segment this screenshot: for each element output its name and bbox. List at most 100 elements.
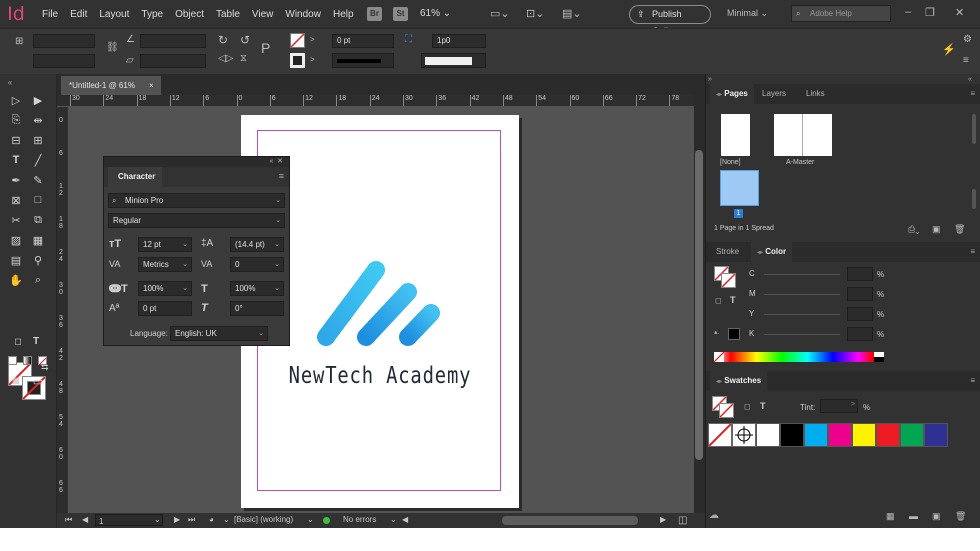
horizontal-ruler[interactable]: 30 24 18 12 6 0 6 12 18 24 30 36 42 48 54 60 66 72 78 (57, 95, 694, 107)
swatch-red[interactable] (876, 423, 900, 447)
selection-tool-icon[interactable]: ▷ (8, 94, 24, 107)
collapse-dock-icon[interactable]: « (968, 76, 972, 83)
collapse-panel-icon[interactable]: « (269, 158, 273, 165)
character-panel-tab[interactable]: Character (108, 167, 162, 187)
horizontal-scroll-thumb[interactable] (502, 516, 638, 525)
bridge-icon[interactable]: Br (367, 7, 382, 21)
apply-gradient-icon[interactable] (23, 356, 32, 365)
edit-page-size-icon[interactable]: ⎙⌄ (908, 224, 919, 235)
page-1-thumbnail[interactable] (720, 170, 759, 206)
settings-gear-icon[interactable]: ⚙ (963, 34, 972, 45)
chevron-right-icon[interactable]: > (310, 35, 315, 44)
tab-color[interactable]: ◂▸ Color (751, 242, 793, 262)
menu-help[interactable]: Help (327, 9, 360, 20)
tint-input[interactable]: > (820, 399, 858, 413)
font-style-select[interactable]: Regular ⌄ (108, 213, 285, 228)
stroke-type-select[interactable] (332, 53, 394, 68)
vertical-scale-field[interactable]: 100% ⌄ (138, 281, 192, 296)
gap-tool-icon[interactable]: ⇹ (30, 114, 46, 127)
stroke-none-swatch[interactable] (719, 403, 734, 418)
swatch-registration[interactable] (732, 423, 756, 447)
cloud-library-icon[interactable]: ☁ (709, 510, 719, 521)
color-spectrum-ramp[interactable] (713, 351, 884, 363)
next-page-icon[interactable]: ▶ (174, 515, 180, 524)
pages-scrollbar[interactable] (972, 114, 976, 144)
font-size-field[interactable]: 12 pt ⌄ (138, 237, 192, 252)
hand-tool-icon[interactable]: ✋ (8, 274, 24, 287)
tab-stroke[interactable]: Stroke (710, 242, 745, 262)
scroll-left-icon[interactable]: ◀ (402, 515, 408, 524)
menu-object[interactable]: Object (169, 9, 210, 20)
stroke-weight-field[interactable]: 0 pt (332, 34, 394, 48)
auto-fit-icon[interactable]: ⛶ (405, 34, 412, 45)
line-tool-icon[interactable]: ╱ (30, 154, 46, 167)
scissors-tool-icon[interactable]: ✂ (8, 214, 24, 227)
chevron-down-icon[interactable]: ⌄ (307, 515, 314, 524)
pencil-tool-icon[interactable]: ✎ (30, 174, 46, 187)
help-search-input[interactable]: ⌕ Adobe Help (791, 5, 891, 22)
page-tool-icon[interactable]: ⎘ (8, 114, 24, 127)
channel-y-input[interactable] (847, 307, 873, 321)
channel-k-input[interactable] (847, 327, 873, 341)
delete-swatch-icon[interactable]: 🗑 (955, 511, 966, 522)
tab-pages[interactable]: ◂▸ Pages (710, 84, 754, 104)
swatch-black[interactable] (780, 423, 804, 447)
gap-field[interactable]: 1p0 (432, 34, 486, 48)
tracking-field[interactable]: 0 ⌄ (230, 257, 284, 272)
chevron-down-icon[interactable]: ⌄ (390, 515, 397, 524)
stroke-swatch[interactable] (290, 53, 305, 68)
collapse-icon[interactable]: ◂▸ (716, 379, 722, 385)
color-fill-stroke-control[interactable] (714, 266, 736, 288)
collapse-toolbar-icon[interactable]: « (2, 78, 18, 87)
eyedropper-tool-icon[interactable]: ⚲ (30, 254, 46, 267)
gradient-swatch-tool-icon[interactable]: ▨ (8, 234, 24, 247)
channel-y-slider[interactable] (764, 314, 840, 315)
flip-vertical-icon[interactable]: ⧖ (240, 53, 247, 64)
swatch-yellow[interactable] (852, 423, 876, 447)
chevron-down-icon[interactable]: ⌄ (223, 515, 230, 524)
kerning-field[interactable]: Metrics ⌄ (138, 257, 192, 272)
logo-wordmark[interactable]: NewTech Academy (284, 363, 476, 389)
panel-menu-icon[interactable]: ≡ (970, 247, 975, 256)
note-tool-icon[interactable]: ▤ (8, 254, 24, 267)
swatch-blue[interactable] (924, 423, 948, 447)
rectangle-frame-tool-icon[interactable]: ⊠ (8, 194, 24, 207)
direct-selection-tool-icon[interactable]: ▶ (30, 94, 46, 107)
rectangle-tool-icon[interactable]: □ (30, 194, 46, 206)
zoom-tool-icon[interactable]: ⌕ (30, 274, 46, 287)
publish-online-button[interactable]: ⇪ Publish Online (629, 5, 711, 36)
delete-page-icon[interactable]: 🗑 (954, 224, 965, 235)
last-page-icon[interactable]: ⏭ (188, 515, 195, 525)
first-page-icon[interactable]: ⏮ (65, 515, 72, 525)
formatting-text-icon[interactable]: T (760, 401, 766, 411)
page-number-field[interactable]: 1 (95, 514, 163, 526)
arrange-documents-icon[interactable]: ▤⌄ (562, 7, 582, 20)
apply-none-icon[interactable] (38, 356, 47, 366)
collapse-icon[interactable]: ◂▸ (716, 92, 722, 98)
scroll-right-icon[interactable]: ▶ (660, 515, 666, 524)
rotation-field[interactable] (140, 34, 206, 48)
channel-k-slider[interactable] (764, 334, 840, 335)
split-layout-icon[interactable]: ◫ (678, 515, 687, 526)
scroll-thumb[interactable] (695, 150, 703, 460)
y-field[interactable] (33, 54, 95, 68)
menu-file[interactable]: File (36, 9, 64, 20)
workspace-switcher[interactable]: Minimal ⌄ (727, 8, 768, 19)
minimize-icon[interactable]: – (905, 6, 911, 18)
menu-view[interactable]: View (246, 9, 280, 20)
constrain-proportions-icon[interactable]: ⛓ (106, 42, 119, 53)
tab-links[interactable]: Links (800, 84, 831, 104)
panel-menu-icon[interactable]: ≡ (970, 89, 975, 98)
last-color-swatch[interactable] (728, 328, 740, 340)
language-select[interactable]: English: UK ⌄ (170, 326, 268, 341)
swatch-none[interactable] (708, 423, 732, 447)
content-collector-icon[interactable]: ⊟ (8, 134, 24, 147)
horizontal-scale-field[interactable]: 100% ⌄ (230, 281, 284, 296)
x-field[interactable] (33, 34, 95, 48)
channel-c-input[interactable] (847, 267, 873, 281)
rotate-ccw-icon[interactable]: ↺ (240, 33, 250, 47)
stroke-none-swatch[interactable] (721, 273, 736, 288)
chevron-right-icon[interactable]: > (310, 55, 315, 64)
formatting-container-icon[interactable]: ◻ (744, 402, 751, 411)
formatting-container-icon[interactable]: ◻ (715, 296, 722, 305)
